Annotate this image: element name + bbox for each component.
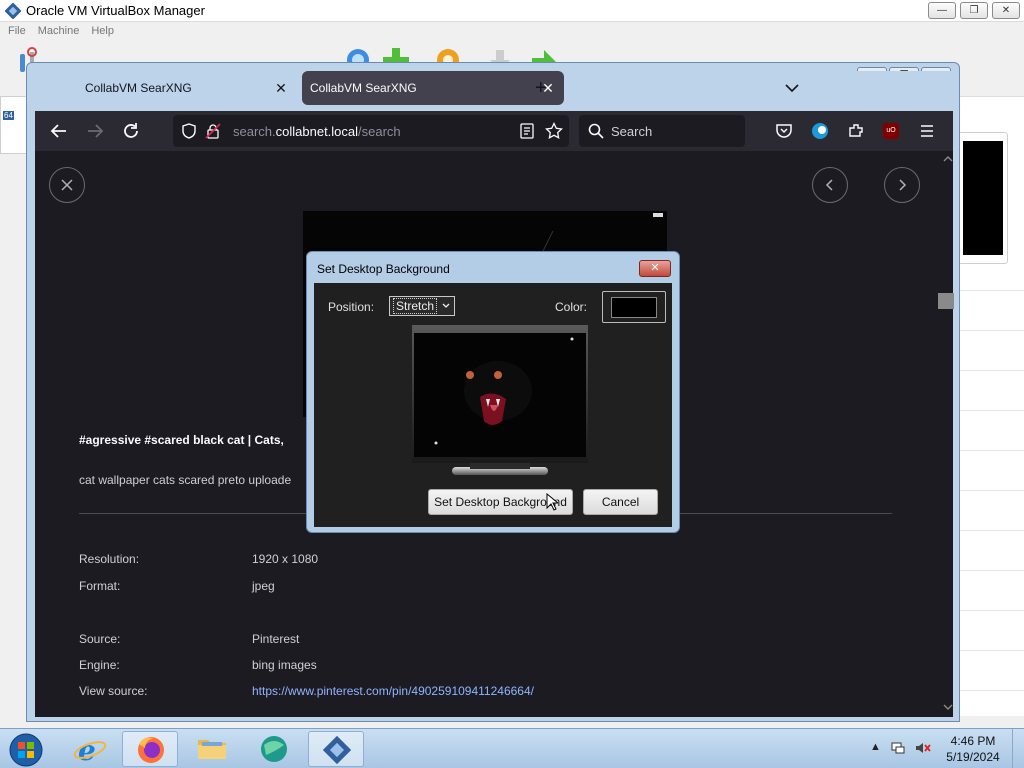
result-description: cat wallpaper cats scared preto uploade xyxy=(79,473,292,487)
next-result-button[interactable] xyxy=(884,167,920,203)
firefox-icon xyxy=(138,737,164,763)
vm-os-badge: 64 xyxy=(3,111,14,120)
meta-label-format: Format: xyxy=(79,579,121,593)
show-desktop-button[interactable] xyxy=(1012,729,1024,768)
shield-icon[interactable] xyxy=(181,123,197,139)
menu-machine[interactable]: Machine xyxy=(32,22,86,42)
insecure-lock-icon[interactable] xyxy=(205,123,221,139)
host-minimize-button[interactable]: — xyxy=(928,2,956,19)
host-titlebar: Oracle VM VirtualBox Manager — ❐ ✕ xyxy=(0,0,1024,22)
chevron-left-icon xyxy=(825,179,833,191)
meta-value-source: Pinterest xyxy=(252,632,300,646)
cancel-button[interactable]: Cancel xyxy=(583,489,658,515)
monitor-preview xyxy=(412,325,588,475)
meta-value-engine: bing images xyxy=(252,658,317,672)
scroll-down-icon[interactable] xyxy=(943,703,953,711)
ublock-origin-icon[interactable]: uO xyxy=(883,123,899,139)
back-icon[interactable] xyxy=(48,120,70,142)
taskbar-virtualbox[interactable] xyxy=(308,731,364,767)
mouse-cursor-icon xyxy=(546,493,558,511)
forward-icon[interactable] xyxy=(84,120,106,142)
close-detail-button[interactable] xyxy=(49,167,85,203)
navigation-toolbar: search.collabnet.local/search Search uO xyxy=(35,111,953,151)
meta-value-resolution: 1920 x 1080 xyxy=(252,552,319,566)
taskbar-app-green[interactable] xyxy=(246,731,302,767)
folder-icon xyxy=(198,740,226,759)
dialog-body: Position: Stretch Color: Set Desktop Bac… xyxy=(314,283,672,527)
meta-label-view-source: View source: xyxy=(79,684,148,698)
previous-result-button[interactable] xyxy=(812,167,848,203)
page-scrollbar[interactable] xyxy=(938,151,954,717)
position-select[interactable]: Stretch xyxy=(389,296,455,316)
color-swatch xyxy=(611,297,657,318)
view-source-link[interactable]: https://www.pinterest.com/pin/4902591094… xyxy=(252,684,534,698)
host-maximize-button[interactable]: ❐ xyxy=(960,2,988,19)
tab-searxng-2[interactable]: CollabVM SearXNG ✕ xyxy=(302,71,564,105)
meta-label-engine: Engine: xyxy=(79,658,120,672)
position-label: Position: xyxy=(328,300,375,314)
extensions-icon[interactable] xyxy=(847,122,865,140)
taskbar-firefox[interactable] xyxy=(122,731,178,767)
dialog-title: Set Desktop Background xyxy=(317,262,450,276)
system-clock[interactable]: 4:46 PM 5/19/2024 xyxy=(944,733,1002,765)
scroll-up-icon[interactable] xyxy=(943,155,953,163)
url-text: search.collabnet.local/search xyxy=(233,124,401,139)
internet-explorer-icon: e xyxy=(73,734,107,767)
new-tab-button[interactable]: + xyxy=(535,77,547,100)
menu-file[interactable]: File xyxy=(2,22,32,42)
network-icon[interactable] xyxy=(890,740,906,756)
reload-icon[interactable] xyxy=(120,120,142,142)
host-close-button[interactable]: ✕ xyxy=(992,2,1020,19)
tab-bar: CollabVM SearXNG ✕ CollabVM SearXNG ✕ + xyxy=(35,71,953,111)
tab-searxng-1[interactable]: CollabVM SearXNG ✕ xyxy=(35,71,297,105)
dialog-close-button[interactable]: ✕ xyxy=(639,260,671,277)
vm-preview-box xyxy=(958,132,1008,264)
virtualbox-icon xyxy=(322,735,352,765)
volume-muted-icon[interactable] xyxy=(914,740,932,756)
vm-preview-screen xyxy=(963,141,1003,255)
search-bar[interactable]: Search xyxy=(579,115,745,147)
bookmark-star-icon[interactable] xyxy=(545,122,563,140)
meta-label-source: Source: xyxy=(79,632,121,646)
url-bar[interactable]: search.collabnet.local/search xyxy=(173,115,569,147)
chevron-down-icon xyxy=(442,303,450,308)
clock-time: 4:46 PM xyxy=(950,734,996,748)
start-button-icon[interactable] xyxy=(8,732,44,768)
result-title: #agressive #scared black cat | Cats, xyxy=(79,433,284,447)
taskbar: e ▲ 4:46 PM 5/19/2024 xyxy=(0,728,1024,768)
menu-help[interactable]: Help xyxy=(85,22,120,42)
scroll-thumb[interactable] xyxy=(938,293,954,309)
chevron-right-icon xyxy=(899,179,907,191)
color-picker-button[interactable] xyxy=(602,291,666,323)
tab-label: CollabVM SearXNG xyxy=(310,81,417,95)
host-window-title: Oracle VM VirtualBox Manager xyxy=(26,3,205,18)
search-icon xyxy=(588,123,604,139)
host-menubar: File Machine Help xyxy=(0,22,1024,42)
virtualbox-logo-icon xyxy=(5,3,21,19)
color-label: Color: xyxy=(555,300,588,314)
set-desktop-background-dialog: Set Desktop Background ✕ Position: Stret… xyxy=(306,251,680,533)
position-value: Stretch xyxy=(393,298,438,314)
taskbar-internet-explorer[interactable]: e xyxy=(62,731,118,767)
search-placeholder: Search xyxy=(611,124,653,139)
tab-close-icon[interactable]: ✕ xyxy=(273,80,289,97)
list-all-tabs-icon[interactable] xyxy=(785,83,799,93)
pocket-icon[interactable] xyxy=(775,123,793,139)
meta-value-format: jpeg xyxy=(252,579,275,593)
hamburger-menu-icon[interactable] xyxy=(919,123,935,139)
clock-date: 5/19/2024 xyxy=(946,750,1000,764)
firefox-account-icon[interactable] xyxy=(811,122,829,140)
meta-label-resolution: Resolution: xyxy=(79,552,140,566)
svg-text:e: e xyxy=(78,734,96,767)
tray-overflow-icon[interactable]: ▲ xyxy=(870,741,881,753)
close-icon xyxy=(61,179,73,191)
tab-label: CollabVM SearXNG xyxy=(85,81,192,95)
taskbar-file-explorer[interactable] xyxy=(184,731,240,767)
reader-view-icon[interactable] xyxy=(519,123,535,139)
network-globe-icon xyxy=(261,736,287,762)
